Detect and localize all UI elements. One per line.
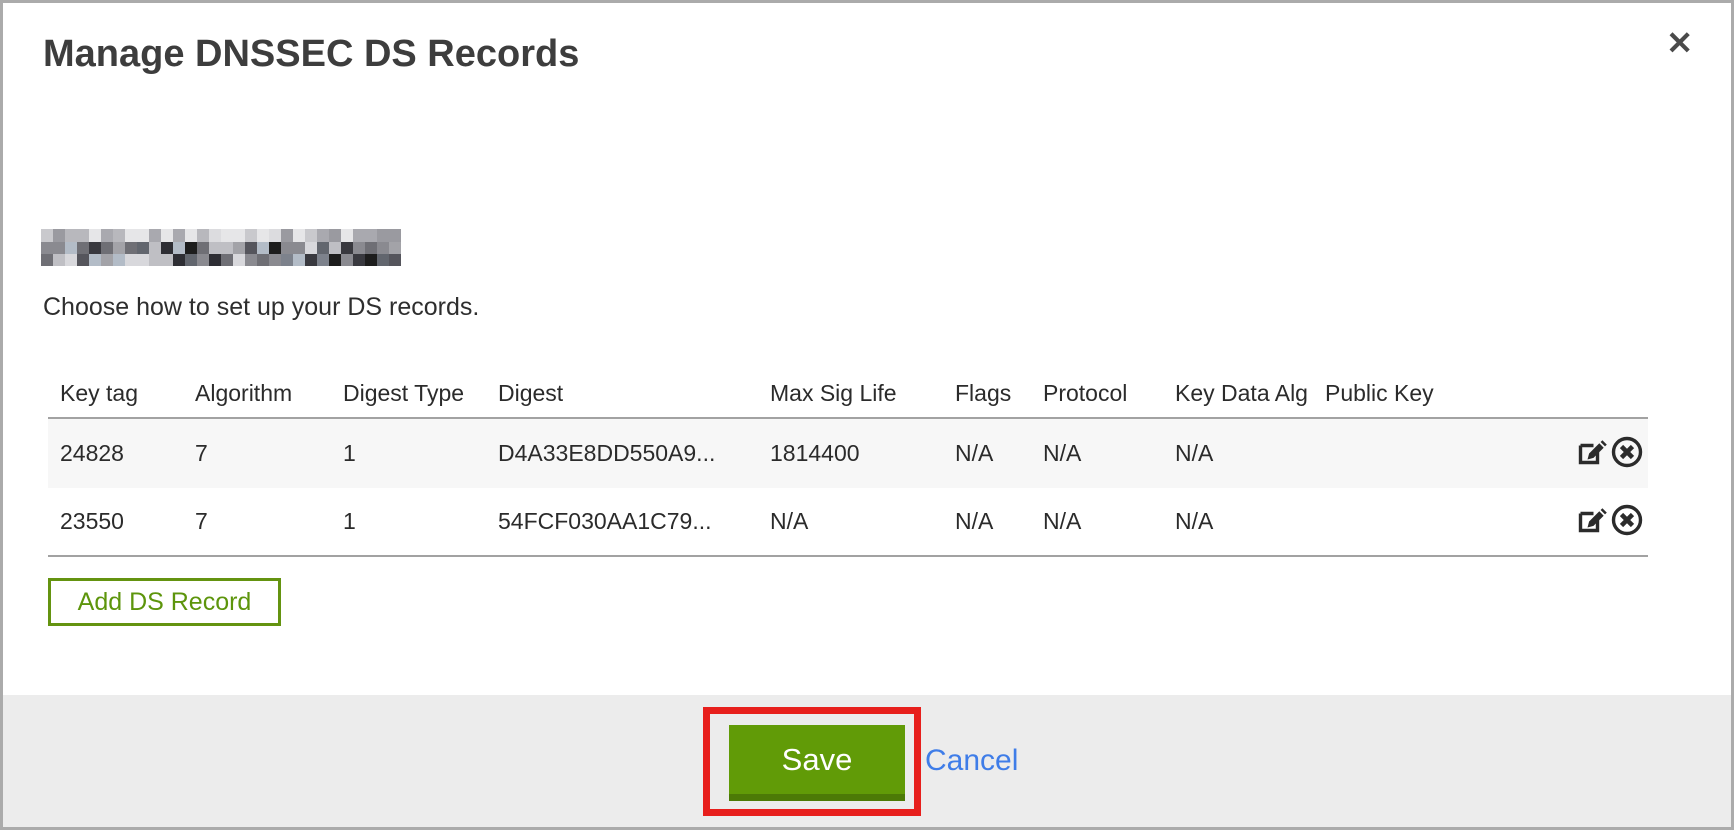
cell-max-sig-life: 1814400 — [758, 440, 943, 467]
cell-digest-type: 1 — [331, 508, 486, 535]
table-header-row: Key tag Algorithm Digest Type Digest Max… — [48, 369, 1648, 419]
cell-key-tag: 23550 — [48, 508, 183, 535]
header-digest-type: Digest Type — [331, 380, 486, 407]
header-protocol: Protocol — [1031, 380, 1163, 407]
delete-icon — [1610, 435, 1644, 472]
row-actions — [1493, 505, 1648, 539]
header-key-data-alg: Key Data Alg — [1163, 380, 1313, 407]
cell-protocol: N/A — [1031, 440, 1163, 467]
cell-protocol: N/A — [1031, 508, 1163, 535]
add-ds-record-button[interactable]: Add DS Record — [48, 578, 281, 626]
delete-icon — [1610, 503, 1644, 540]
page-title: Manage DNSSEC DS Records — [43, 33, 579, 76]
edit-record-button[interactable] — [1574, 505, 1608, 539]
cell-flags: N/A — [943, 508, 1031, 535]
delete-record-button[interactable] — [1610, 505, 1644, 539]
cell-algorithm: 7 — [183, 440, 331, 467]
cell-algorithm: 7 — [183, 508, 331, 535]
header-algorithm: Algorithm — [183, 380, 331, 407]
manage-dnssec-dialog: Manage DNSSEC DS Records ✕ Choose how to… — [0, 0, 1734, 830]
cell-digest: 54FCF030AA1C79... — [486, 508, 758, 535]
close-icon[interactable]: ✕ — [1666, 27, 1693, 59]
header-public-key: Public Key — [1313, 380, 1493, 407]
cell-key-data-alg: N/A — [1163, 508, 1313, 535]
ds-records-table: Key tag Algorithm Digest Type Digest Max… — [48, 369, 1648, 557]
header-digest: Digest — [486, 380, 758, 407]
header-flags: Flags — [943, 380, 1031, 407]
edit-icon — [1575, 504, 1607, 539]
save-button[interactable]: Save — [729, 725, 905, 801]
header-key-tag: Key tag — [48, 380, 183, 407]
cell-digest-type: 1 — [331, 440, 486, 467]
cell-key-data-alg: N/A — [1163, 440, 1313, 467]
cell-key-tag: 24828 — [48, 440, 183, 467]
edit-icon — [1575, 436, 1607, 471]
redacted-domain-name — [41, 229, 401, 266]
edit-record-button[interactable] — [1574, 437, 1608, 471]
row-actions — [1493, 437, 1648, 471]
delete-record-button[interactable] — [1610, 437, 1644, 471]
table-row: 24828 7 1 D4A33E8DD550A9... 1814400 N/A … — [48, 419, 1648, 488]
cell-max-sig-life: N/A — [758, 508, 943, 535]
header-max-sig-life: Max Sig Life — [758, 380, 943, 407]
table-row: 23550 7 1 54FCF030AA1C79... N/A N/A N/A … — [48, 488, 1648, 557]
cell-digest: D4A33E8DD550A9... — [486, 440, 758, 467]
cell-flags: N/A — [943, 440, 1031, 467]
cancel-link[interactable]: Cancel — [925, 744, 1018, 778]
instruction-text: Choose how to set up your DS records. — [43, 293, 479, 322]
